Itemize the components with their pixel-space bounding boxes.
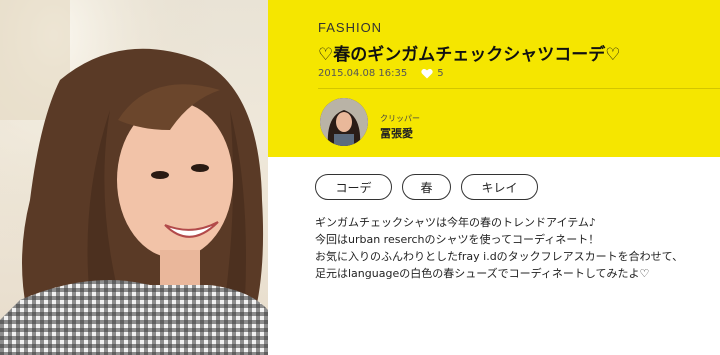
clipper-label: クリッパー — [380, 114, 420, 123]
article-photo — [0, 0, 268, 355]
body-line: 足元はlanguageの白色の春シューズでコーディネートしてみたよ♡ — [315, 267, 650, 280]
heart-icon[interactable] — [421, 68, 433, 79]
tag-list: コーデ 春 キレイ — [315, 174, 538, 200]
header-divider — [318, 88, 720, 89]
tag-chip[interactable]: キレイ — [461, 174, 538, 200]
tag-chip[interactable]: 春 — [402, 174, 451, 200]
body-line: 今回はurban reserchのシャツを使ってコーディネート！ — [315, 233, 600, 246]
article-title: ♡春のギンガムチェックシャツコーデ♡ — [318, 45, 621, 65]
clipper-name[interactable]: 冨張愛 — [380, 125, 413, 141]
article-meta: 2015.04.08 16:35 5 — [318, 68, 444, 79]
like-count: 5 — [437, 68, 444, 79]
clipper-avatar[interactable] — [320, 98, 368, 146]
body-line: お気に入りのふんわりとしたfray i.dのタックフレアスカートを合わせて、 — [315, 250, 684, 263]
body-line: ギンガムチェックシャツは今年の春のトレンドアイテム♪ — [315, 216, 596, 229]
tag-chip[interactable]: コーデ — [315, 174, 392, 200]
article-category[interactable]: FASHION — [318, 20, 382, 35]
article-header: FASHION ♡春のギンガムチェックシャツコーデ♡ 2015.04.08 16… — [268, 0, 720, 157]
article-date: 2015.04.08 16:35 — [318, 68, 408, 79]
article-body: ギンガムチェックシャツは今年の春のトレンドアイテム♪ 今回はurban rese… — [315, 214, 715, 282]
